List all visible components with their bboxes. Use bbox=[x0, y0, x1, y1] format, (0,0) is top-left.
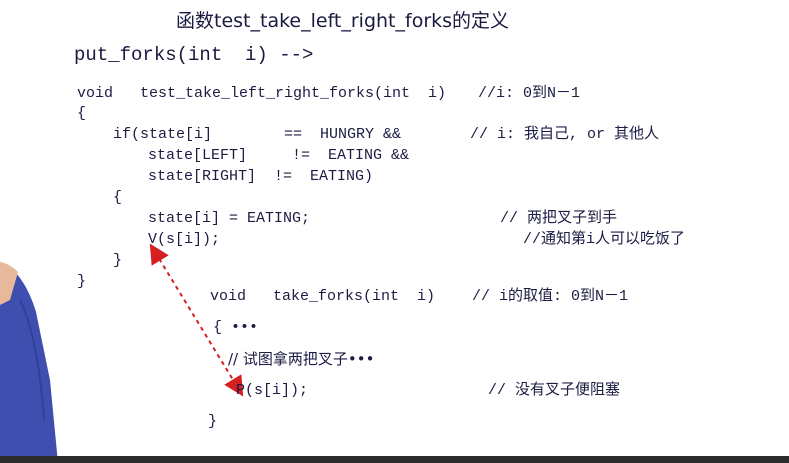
inner-line-1: void take_forks(int i) bbox=[210, 288, 436, 305]
bottom-bar bbox=[0, 456, 789, 463]
slide-title: 函数test_take_left_right_forks的定义 bbox=[176, 10, 510, 32]
code-comment-3: // i: 我自己, or 其他人 bbox=[470, 126, 660, 143]
code-line-7: state[i] = EATING; bbox=[148, 210, 311, 227]
inner-line-2: { ••• bbox=[213, 319, 259, 336]
slide-subtitle: put_forks(int i) --> bbox=[74, 44, 314, 66]
code-line-8: V(s[i]); bbox=[148, 231, 221, 248]
code-line-1: void test_take_left_right_forks(int i) bbox=[77, 85, 447, 102]
code-line-6: { bbox=[113, 189, 123, 206]
inner-line-3: // 试图拿两把叉子••• bbox=[228, 350, 375, 368]
code-line-2: { bbox=[77, 105, 87, 122]
inner-line-5: } bbox=[208, 413, 218, 430]
slide: 函数test_take_left_right_forks的定义 put_fork… bbox=[0, 0, 789, 463]
code-line-9: } bbox=[113, 252, 123, 269]
code-comment-8: //通知第i人可以吃饭了 bbox=[523, 231, 686, 248]
inner-comment-4: // 没有叉子便阻塞 bbox=[488, 382, 621, 399]
inner-comment-1: // i的取值: 0到N－1 bbox=[472, 288, 629, 305]
code-comment-7: // 两把叉子到手 bbox=[500, 210, 618, 227]
code-line-5: state[RIGHT] != EATING) bbox=[148, 168, 374, 185]
inner-line-4: P(s[i]); bbox=[236, 382, 309, 399]
code-line-10: } bbox=[77, 273, 87, 290]
code-line-3: if(state[i] == HUNGRY && bbox=[113, 126, 402, 143]
code-comment-1: //i: 0到N－1 bbox=[478, 85, 581, 102]
code-line-4: state[LEFT] != EATING && bbox=[148, 147, 410, 164]
